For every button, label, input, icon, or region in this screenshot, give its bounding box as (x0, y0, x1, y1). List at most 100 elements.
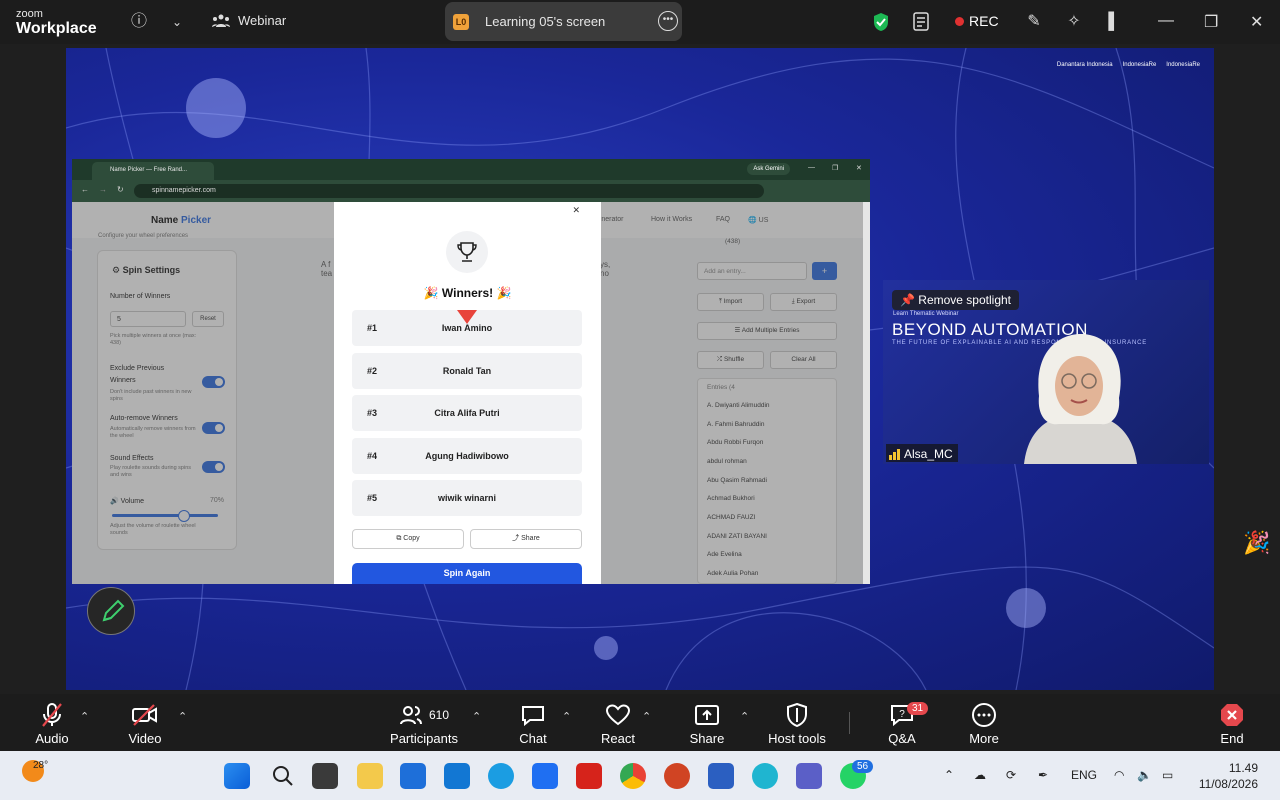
end-button[interactable]: End (1212, 702, 1252, 746)
whatsapp-badge: 56 (852, 760, 874, 773)
encryption-shield-icon[interactable] (872, 12, 890, 32)
onedrive-icon[interactable]: ☁ (974, 768, 986, 782)
record-dot-icon (955, 16, 964, 26)
info-icon[interactable]: ⓘ (128, 11, 150, 33)
video-button[interactable]: Video (122, 702, 168, 746)
annotate-button[interactable] (87, 587, 135, 635)
tray-overflow-icon[interactable]: ⌃ (944, 768, 954, 782)
windows-taskbar: 28° 56 ⌃ ☁ ⟳ ✒ ENG ◠ 🔈 ▭ 11.49 11/08/202… (0, 751, 1280, 800)
sponsor-logos: Danantara Indonesia IndonesiaRe Indonesi… (1056, 62, 1200, 68)
camera-off-icon (122, 702, 168, 728)
store-icon[interactable] (400, 763, 426, 789)
canva-icon[interactable] (752, 763, 778, 789)
zoom-logo: zoom Workplace (16, 8, 97, 37)
windows-start-icon[interactable] (224, 763, 250, 789)
zoom-icon[interactable] (532, 763, 558, 789)
forward-icon[interactable]: → (99, 185, 107, 194)
chat-options-caret[interactable]: ⌃ (562, 710, 571, 723)
share-label: Learning 05's screen (485, 14, 606, 29)
spin-again-button[interactable]: Spin Again (352, 563, 582, 584)
webinar-label: Webinar (212, 13, 286, 28)
remove-spotlight-button[interactable]: 📌 Remove spotlight (892, 290, 1019, 310)
react-button[interactable]: React (598, 702, 638, 746)
more-options-icon[interactable]: ••• (658, 11, 678, 31)
winners-title: 🎉 Winners! 🎉 (423, 286, 512, 300)
audio-options-caret[interactable]: ⌃ (80, 710, 89, 723)
close-icon[interactable]: ✕ (1250, 12, 1263, 32)
more-button[interactable]: More (964, 702, 1004, 746)
sharer-avatar: L0 (453, 13, 469, 30)
clock[interactable]: 11.49 11/08/2026 (1199, 760, 1258, 792)
audio-button[interactable]: Audio (30, 702, 74, 746)
microphone-muted-icon (30, 702, 74, 728)
edge-icon[interactable] (488, 763, 514, 789)
share-screen-button[interactable]: Share (687, 702, 727, 746)
temperature: 28° (33, 760, 49, 771)
wheel-pointer-icon (457, 310, 477, 324)
acrobat-icon[interactable] (576, 763, 602, 789)
outlook-icon[interactable] (444, 763, 470, 789)
reload-icon[interactable]: ↻ (117, 185, 124, 194)
meeting-controls: Audio ⌃ Video ⌃ 610 Participants ⌃ Chat … (0, 694, 1280, 751)
participants-icon: 610 (388, 702, 460, 728)
language-indicator[interactable]: ENG (1071, 768, 1097, 782)
host-tools-shield-icon (765, 702, 829, 728)
speaker-video (1024, 334, 1137, 464)
end-icon (1212, 702, 1252, 728)
ai-companion-icon[interactable]: ✧ (1063, 11, 1085, 33)
annotate-pen-icon[interactable]: ✎ (1023, 11, 1045, 33)
teams-icon[interactable] (796, 763, 822, 789)
zoom-title-bar: zoom Workplace ⓘ ⌄ Webinar L0 Learning 0… (0, 0, 1280, 44)
browser-restore-icon[interactable]: ❐ (832, 164, 838, 172)
powerpoint-icon[interactable] (664, 763, 690, 789)
task-view-icon[interactable] (312, 763, 338, 789)
screen-share-indicator[interactable]: L0 Learning 05's screen ••• (445, 2, 682, 41)
qa-badge: 31 (907, 702, 929, 715)
chrome-icon[interactable] (620, 763, 646, 789)
browser-minimize-icon[interactable]: — (808, 164, 815, 171)
share-options-caret[interactable]: ⌃ (740, 710, 749, 723)
minimize-icon[interactable]: — (1158, 12, 1174, 30)
browser-close-icon[interactable]: ✕ (856, 164, 862, 172)
wifi-icon[interactable]: ◠ (1114, 768, 1124, 782)
recording-indicator[interactable]: REC (955, 13, 999, 29)
host-tools-button[interactable]: Host tools (765, 702, 829, 746)
restore-icon[interactable]: ❐ (1204, 12, 1218, 32)
party-popper-reaction-icon: 🎉 (1243, 530, 1271, 555)
view-layout-icon[interactable]: ▌ (1103, 11, 1125, 33)
chat-button[interactable]: Chat (513, 702, 553, 746)
video-options-caret[interactable]: ⌃ (178, 710, 187, 723)
chevron-down-icon[interactable]: ⌄ (166, 11, 188, 33)
copy-button[interactable]: ⧉ Copy (352, 529, 464, 549)
signal-strength-icon (889, 448, 900, 460)
file-explorer-icon[interactable] (357, 763, 383, 789)
participants-button[interactable]: 610 Participants (388, 702, 460, 746)
share-button[interactable]: ⤴ Share (470, 529, 582, 549)
spin-name-picker-page: Name Picker Generator How it Works FAQ 🌐… (72, 202, 870, 584)
react-options-caret[interactable]: ⌃ (642, 710, 651, 723)
browser-tab[interactable]: Name Picker — Free Rand... (92, 162, 214, 180)
back-icon[interactable]: ← (81, 185, 89, 194)
pen-input-icon[interactable]: ✒ (1038, 768, 1048, 782)
search-icon[interactable] (270, 763, 296, 789)
sync-icon[interactable]: ⟳ (1006, 768, 1016, 782)
trophy-icon (446, 231, 488, 273)
more-icon (964, 702, 1004, 728)
ask-gemini-button[interactable]: Ask Gemini (747, 163, 790, 175)
battery-icon[interactable]: ▭ (1162, 768, 1173, 782)
word-icon[interactable] (708, 763, 734, 789)
modal-close-icon[interactable]: ✕ (572, 205, 580, 216)
date: 11/08/2026 (1198, 777, 1258, 791)
webinar-icon (212, 14, 230, 27)
winner-row: #4 Agung Hadiwibowo (352, 438, 582, 474)
participants-options-caret[interactable]: ⌃ (472, 710, 481, 723)
time: 11.49 (1228, 761, 1258, 775)
controls-divider (849, 712, 850, 734)
captions-icon[interactable] (913, 12, 931, 32)
volume-icon[interactable]: 🔈 (1137, 768, 1152, 782)
zoom-app: zoom Workplace ⓘ ⌄ Webinar L0 Learning 0… (0, 0, 1280, 800)
address-bar[interactable]: spinnamepicker.com (134, 184, 764, 198)
page-scrollbar[interactable] (863, 202, 870, 584)
pencil-icon (102, 599, 125, 622)
heart-icon (598, 702, 638, 728)
